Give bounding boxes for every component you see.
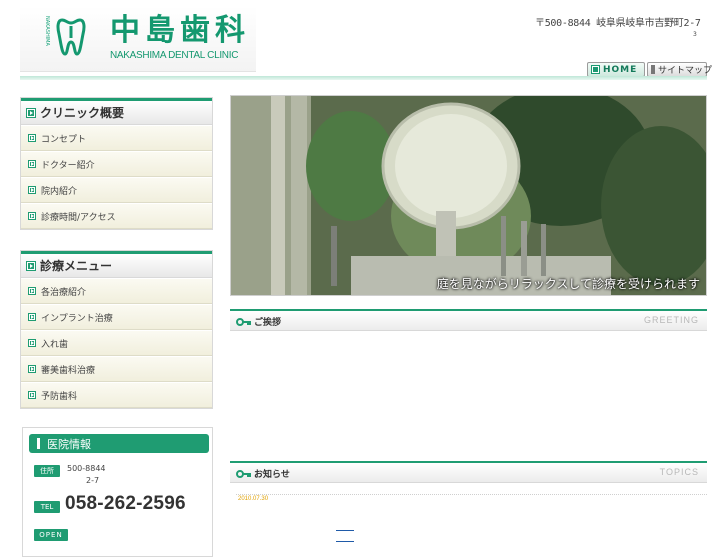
clinic-name-en: NAKASHIMA DENTAL CLINIC [110, 50, 239, 61]
arrow-bullet-icon [28, 186, 36, 194]
clinic-address-number: 2-7 [86, 476, 100, 485]
hero-image: 庭を見ながらリラックスして診療を受けられます [230, 95, 707, 296]
tooth-logo-icon [56, 18, 86, 56]
greeting-heading: ご挨拶 GREETING [230, 309, 707, 331]
arrow-bullet-icon [28, 160, 36, 168]
clinic-menu-title: クリニック概要 [40, 106, 125, 120]
treatment-menu-heading: 診療メニュー [21, 251, 212, 278]
logo[interactable]: NAKASHIMA DENTAL CLINIC 中島歯科 NAKASHIMA D… [20, 6, 256, 72]
logo-vertical-text: NAKASHIMA DENTAL CLINIC [44, 16, 50, 46]
treatment-menu: 診療メニュー 各治療紹介 インプラント治療 入れ歯 審美歯科治療 予防歯科 [20, 250, 213, 409]
sitemap-label: サイトマップ [658, 66, 713, 76]
header-address: 〒500-8844 岐阜県岐阜市吉野町2-7 [535, 18, 701, 29]
address-tag: 住所 [34, 465, 60, 477]
hero-caption: 庭を見ながらリラックスして診療を受けられます [436, 277, 700, 291]
arrow-bullet-icon [28, 339, 36, 347]
sidebar-item-label: 院内紹介 [41, 186, 78, 197]
sidebar-item-label: 診療時間/アクセス [41, 212, 116, 223]
clinic-info: 医院情報 住所 500-8844 2-7 TEL 058-262-2596 OP… [22, 427, 213, 557]
site-header: NAKASHIMA DENTAL CLINIC 中島歯科 NAKASHIMA D… [0, 0, 727, 80]
sidebar-item-dentures[interactable]: 入れ歯 [21, 330, 212, 356]
home-label: HOME [603, 64, 638, 75]
sidebar-item-hours-access[interactable]: 診療時間/アクセス [21, 203, 212, 229]
clinic-zip: 500-8844 [67, 464, 106, 473]
arrow-bullet-icon [28, 313, 36, 321]
sidebar-item-label: コンセプト [41, 134, 87, 145]
clinic-name: 中島歯科 [110, 13, 250, 48]
greeting-title: ご挨拶 [254, 318, 282, 328]
arrow-bullet-icon [28, 365, 36, 373]
clinic-phone[interactable]: 058-262-2596 [65, 493, 186, 515]
news-title: お知らせ [254, 470, 290, 480]
bar-icon [37, 438, 40, 449]
clinic-info-heading: 医院情報 [29, 434, 209, 453]
square-icon [591, 65, 600, 74]
sidebar-item-doctor[interactable]: ドクター紹介 [21, 151, 212, 177]
square-icon [651, 65, 655, 74]
arrow-bullet-icon [28, 391, 36, 399]
sitemap-button[interactable]: サイトマップ [647, 62, 712, 77]
sidebar-item-label: 各治療紹介 [41, 287, 87, 298]
clinic-menu-heading: クリニック概要 [21, 98, 212, 125]
sidebar-item-treatments[interactable]: 各治療紹介 [21, 278, 212, 304]
key-icon [236, 318, 251, 326]
sidebar-item-implant[interactable]: インプラント治療 [21, 304, 212, 330]
sidebar-item-label: ドクター紹介 [41, 160, 95, 171]
sidebar-item-cosmetic[interactable]: 審美歯科治療 [21, 356, 212, 382]
arrow-bullet-icon [28, 287, 36, 295]
news-title-en: TOPICS [659, 467, 699, 477]
sidebar-item-label: 審美歯科治療 [41, 365, 96, 376]
news-link[interactable] [336, 541, 354, 542]
news-date: 2010.07.30 [238, 496, 269, 502]
greeting-body [230, 333, 707, 453]
clinic-info-title: 医院情報 [47, 437, 91, 451]
key-icon [236, 470, 251, 478]
sidebar-item-label: 予防歯科 [41, 391, 78, 402]
sidebar-item-preventive[interactable]: 予防歯科 [21, 382, 212, 408]
header-divider [20, 76, 707, 80]
arrow-bullet-icon [26, 107, 36, 118]
dental-chair-garden-photo [231, 96, 706, 295]
clinic-menu: クリニック概要 コンセプト ドクター紹介 院内紹介 診療時間/アクセス [20, 97, 213, 230]
news-divider [236, 494, 707, 495]
arrow-bullet-icon [28, 134, 36, 142]
sidebar-item-label: 入れ歯 [41, 339, 69, 350]
treatment-menu-title: 診療メニュー [40, 259, 113, 273]
greeting-title-en: GREETING [643, 315, 699, 325]
arrow-bullet-icon [26, 260, 36, 271]
top-nav: HOME サイトマップ [587, 62, 712, 77]
sidebar-item-facility[interactable]: 院内紹介 [21, 177, 212, 203]
header-address-sub: 3 [693, 31, 697, 38]
sidebar-item-concept[interactable]: コンセプト [21, 125, 212, 151]
sidebar-item-label: インプラント治療 [41, 313, 113, 324]
tel-tag: TEL [34, 501, 60, 513]
arrow-bullet-icon [28, 212, 36, 220]
news-heading: お知らせ TOPICS [230, 461, 707, 483]
news-link[interactable] [336, 530, 354, 531]
open-tag: OPEN [34, 529, 68, 541]
home-button[interactable]: HOME [587, 62, 645, 77]
